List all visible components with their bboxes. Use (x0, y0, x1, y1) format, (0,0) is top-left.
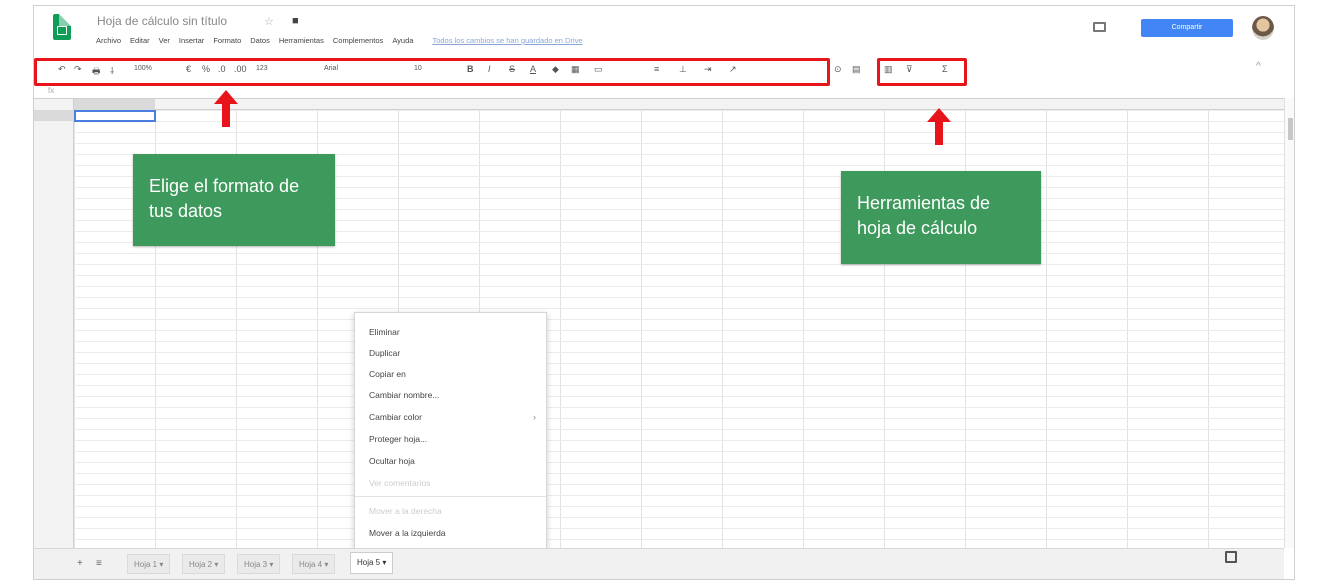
saved-status[interactable]: Todos los cambios se han guardado en Dri… (432, 36, 582, 45)
format-callout: Elige el formato de tus datos (133, 154, 335, 246)
sheet-tab-label: Hoja 1 (134, 560, 158, 569)
doc-title[interactable]: Hoja de cálculo sin título (97, 14, 227, 28)
sheet-tab-3[interactable]: Hoja 3 ▾ (237, 554, 281, 574)
menu-editar[interactable]: Editar (130, 36, 150, 45)
menu-datos[interactable]: Datos (250, 36, 270, 45)
explore-icon[interactable] (1225, 551, 1237, 563)
sheet-tab-4[interactable]: Hoja 4 ▾ (292, 554, 336, 574)
folder-icon[interactable]: ■ (292, 15, 299, 27)
sheets-window: Hoja de cálculo sin título ☆ ■ Archivo E… (33, 5, 1295, 580)
vertical-scrollbar[interactable] (1284, 98, 1294, 548)
insert-comment-icon[interactable]: ▤ (852, 64, 861, 75)
ctx-divider (355, 496, 546, 497)
sheet-tab-label: Hoja 2 (189, 560, 213, 569)
menu-formato[interactable]: Formato (213, 36, 241, 45)
add-sheet-icon[interactable]: + (77, 558, 83, 569)
comments-icon[interactable] (1093, 22, 1106, 32)
ctx-view-comments: Ver comentarios (369, 478, 431, 488)
ctx-change-color[interactable]: Cambiar color (369, 412, 422, 422)
avatar[interactable] (1252, 16, 1274, 40)
all-sheets-icon[interactable]: ≡ (96, 558, 102, 569)
ctx-duplicate[interactable]: Duplicar (369, 348, 400, 358)
format-tools-highlight (34, 58, 830, 86)
sheet-tab-1[interactable]: Hoja 1 ▾ (127, 554, 171, 574)
sheet-tools-highlight (877, 58, 967, 86)
sheet-tab-label: Hoja 4 (299, 560, 323, 569)
menu-herramientas[interactable]: Herramientas (279, 36, 324, 45)
formula-bar-icon[interactable]: fx (48, 86, 54, 95)
ctx-protect[interactable]: Proteger hoja... (369, 434, 427, 444)
menu-archivo[interactable]: Archivo (96, 36, 121, 45)
sheet-tab-2[interactable]: Hoja 2 ▾ (182, 554, 226, 574)
active-cell[interactable] (74, 110, 156, 122)
sheet-tab-label: Hoja 3 (244, 560, 268, 569)
sheet-context-menu: Eliminar Duplicar Copiar en Cambiar nomb… (354, 312, 547, 551)
row-1-header[interactable] (34, 110, 74, 121)
header: Hoja de cálculo sin título ☆ ■ Archivo E… (34, 6, 1294, 54)
ctx-rename[interactable]: Cambiar nombre... (369, 390, 439, 400)
sheet-tab-5-active[interactable]: Hoja 5 ▾ (350, 552, 394, 574)
scrollbar-thumb[interactable] (1288, 118, 1293, 140)
ctx-hide[interactable]: Ocultar hoja (369, 456, 415, 466)
insert-link-icon[interactable]: ⊙ (834, 64, 842, 75)
star-icon[interactable]: ☆ (264, 15, 274, 28)
ctx-move-left[interactable]: Mover a la izquierda (369, 528, 446, 538)
menubar: Archivo Editar Ver Insertar Formato Dato… (96, 36, 583, 45)
collapse-menu-icon[interactable]: ^ (1256, 61, 1261, 72)
ctx-delete[interactable]: Eliminar (369, 327, 400, 337)
column-a-header[interactable] (74, 99, 155, 110)
sheets-logo-icon[interactable] (53, 14, 71, 40)
menu-ver[interactable]: Ver (159, 36, 170, 45)
ctx-move-right: Mover a la derecha (369, 506, 442, 516)
sheet-tabs-bar: + ≡ Hoja 1 ▾ Hoja 2 ▾ Hoja 3 ▾ Hoja 4 ▾ … (34, 548, 1284, 579)
menu-ayuda[interactable]: Ayuda (392, 36, 413, 45)
ctx-copy-to[interactable]: Copiar en (369, 369, 406, 379)
sheet-tab-label: Hoja 5 (357, 558, 381, 567)
row-headers[interactable] (34, 99, 74, 548)
submenu-arrow-icon: › (533, 412, 536, 422)
toolbar: ↶ ↷ 🖶 ⸸ 100% € % .0 .00 123 Arial 10 B I… (34, 56, 1294, 86)
menu-insertar[interactable]: Insertar (179, 36, 204, 45)
menu-complementos[interactable]: Complementos (333, 36, 383, 45)
share-button[interactable]: Compartir (1141, 19, 1233, 37)
tools-callout: Herramientas de hoja de cálculo (841, 171, 1041, 264)
